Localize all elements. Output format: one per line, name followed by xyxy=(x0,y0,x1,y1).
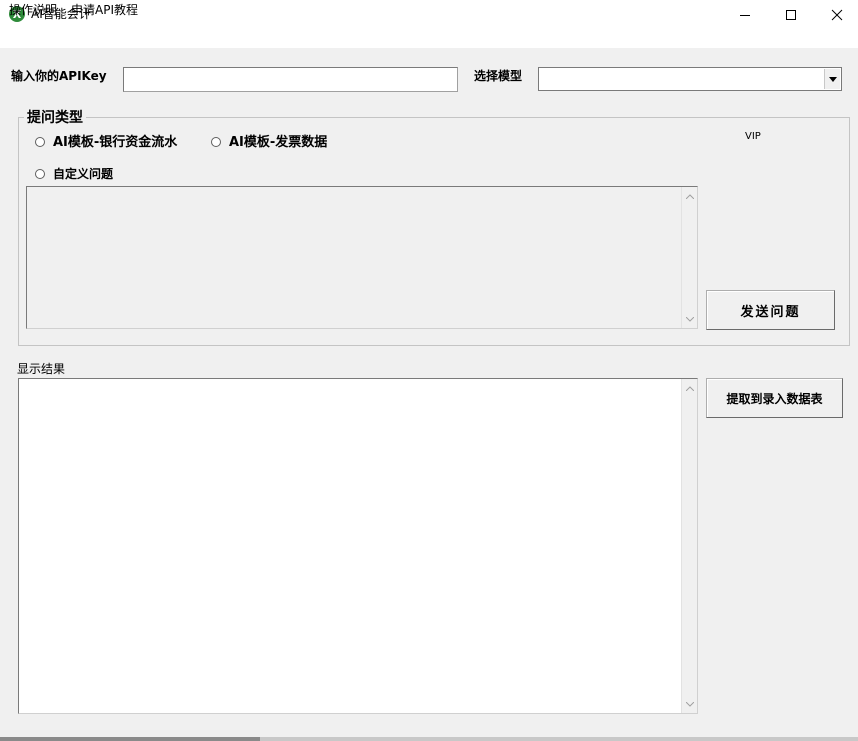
menu-bar xyxy=(0,30,858,48)
chevron-down-icon[interactable] xyxy=(824,69,840,89)
send-question-button[interactable]: 发送问题 xyxy=(706,290,835,330)
model-label: 选择模型 xyxy=(474,69,523,83)
apikey-label: 输入你的APIKey xyxy=(11,69,107,83)
menu-item-instructions[interactable]: 操作说明 xyxy=(9,2,57,18)
scroll-up-icon[interactable] xyxy=(682,189,698,203)
minimize-button[interactable] xyxy=(722,0,768,30)
extract-to-table-button[interactable]: 提取到录入数据表 xyxy=(706,378,843,418)
horizontal-scrollbar-thumb[interactable] xyxy=(0,737,260,741)
maximize-icon xyxy=(786,10,796,20)
close-icon xyxy=(831,9,843,21)
radio-invoice-data-label[interactable]: AI模板-发票数据 xyxy=(229,134,327,151)
scroll-down-icon[interactable] xyxy=(682,312,698,326)
radio-custom-question-label[interactable]: 自定义问题 xyxy=(53,166,113,182)
result-textarea[interactable] xyxy=(18,378,698,714)
radio-bank-flow[interactable] xyxy=(35,137,45,147)
scroll-down-icon[interactable] xyxy=(682,697,698,711)
minimize-icon xyxy=(740,15,750,16)
model-select[interactable] xyxy=(538,67,842,91)
menu-item-api-tutorial[interactable]: 申请API教程 xyxy=(71,2,138,18)
apikey-input[interactable] xyxy=(123,67,458,92)
result-scrollbar[interactable] xyxy=(681,379,697,713)
radio-bank-flow-label[interactable]: AI模板-银行资金流水 xyxy=(53,134,177,151)
close-button[interactable] xyxy=(814,0,858,30)
vip-label: VIP xyxy=(745,131,761,142)
radio-invoice-data[interactable] xyxy=(211,137,221,147)
dropdown-arrow-icon xyxy=(828,76,837,82)
radio-custom-question[interactable] xyxy=(35,169,45,179)
result-label: 显示结果 xyxy=(17,362,66,376)
question-textarea[interactable] xyxy=(26,186,698,329)
question-type-title: 提问类型 xyxy=(24,109,86,127)
question-scrollbar[interactable] xyxy=(681,187,697,328)
scroll-up-icon[interactable] xyxy=(682,381,698,395)
maximize-button[interactable] xyxy=(768,0,814,30)
